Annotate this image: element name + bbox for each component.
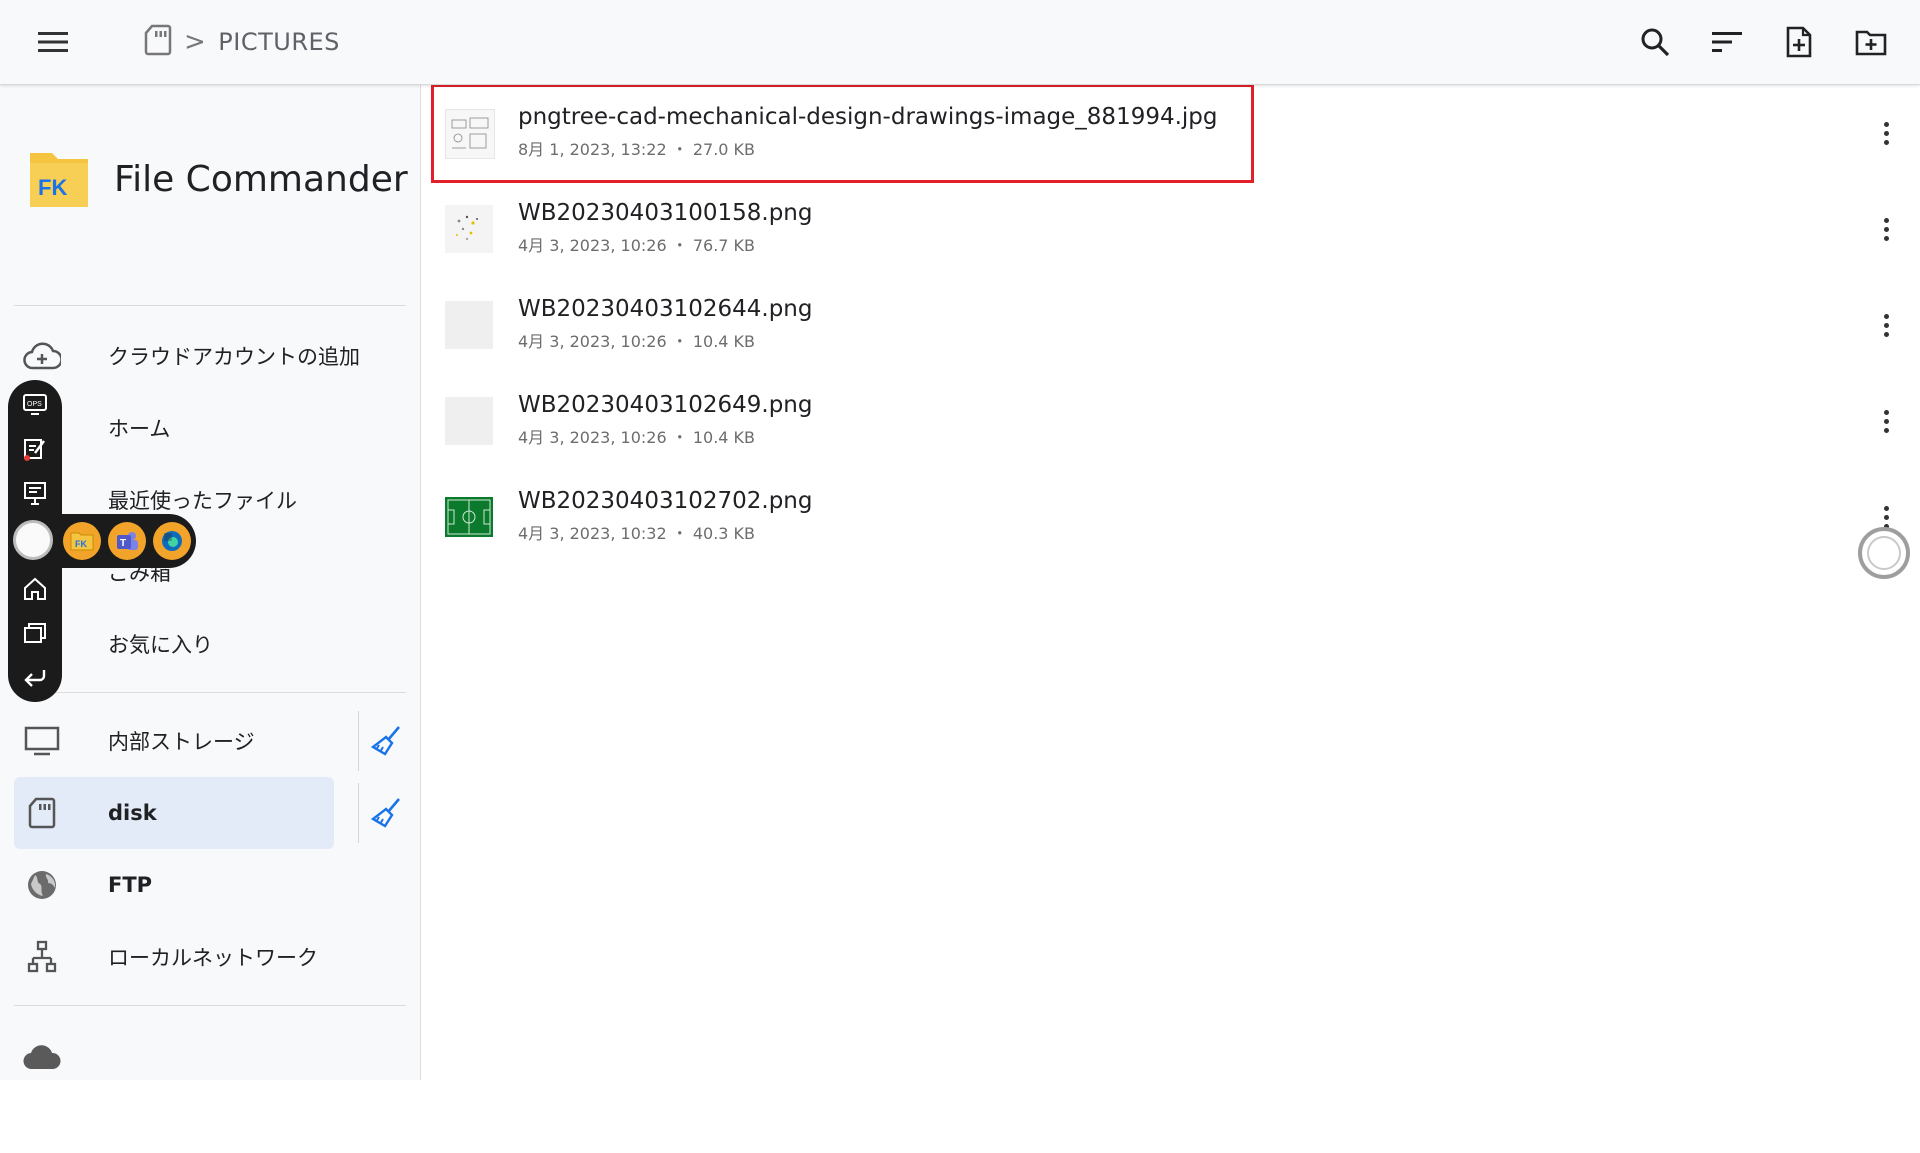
file-row[interactable]: WB20230403100158.png 4月 3, 2023, 10:26 ・… [421, 181, 1920, 277]
more-options-icon[interactable] [1866, 207, 1906, 251]
file-date: 4月 3, 2023, 10:26 [518, 236, 667, 255]
file-thumbnail [445, 205, 493, 253]
sort-icon[interactable] [1702, 17, 1752, 67]
edit-icon[interactable] [20, 434, 50, 464]
file-meta: 4月 3, 2023, 10:26 ・ 76.7 KB [518, 232, 755, 256]
sidebar-item-label: FTP [108, 873, 153, 897]
file-name: WB20230403102644.png [518, 296, 813, 322]
sidebar-item-label: お気に入り [108, 633, 213, 657]
storage-cleaner-button[interactable] [358, 711, 413, 771]
file-meta: 4月 3, 2023, 10:32 ・ 40.3 KB [518, 520, 755, 544]
file-name: WB20230403100158.png [518, 200, 813, 226]
ops-icon[interactable]: OPS [20, 390, 50, 420]
file-thumbnail [445, 397, 493, 445]
meta-separator: ・ [671, 524, 688, 543]
divider [14, 692, 406, 693]
logo-text: FK [38, 175, 67, 200]
breadcrumb: > PICTURES [144, 22, 340, 62]
new-folder-icon[interactable] [1846, 17, 1896, 67]
file-size: 10.4 KB [692, 332, 756, 351]
new-file-icon[interactable] [1774, 17, 1824, 67]
sd-card-icon [22, 793, 62, 833]
cloud-add-icon [22, 336, 62, 376]
sidebar-item-home[interactable]: ホーム [14, 392, 334, 464]
file-date: 4月 3, 2023, 10:32 [518, 524, 667, 543]
sidebar-item-favorites[interactable]: お気に入り [14, 608, 334, 680]
sd-card-icon[interactable] [144, 24, 172, 60]
globe-icon [22, 865, 62, 905]
meta-separator: ・ [671, 332, 688, 351]
storage-cleaner-button[interactable] [358, 783, 413, 843]
broom-icon [370, 726, 400, 756]
cloud-icon[interactable] [22, 1045, 62, 1075]
back-icon[interactable] [20, 662, 50, 692]
sidebar-item-label: ローカルネットワーク [108, 946, 318, 970]
search-icon[interactable] [1630, 17, 1680, 67]
navigation-drawer: FK File Commander クラウドアカウントの追加 ホーム 最近使った… [0, 85, 421, 1153]
file-date: 4月 3, 2023, 10:26 [518, 332, 667, 351]
sidebar-item-internal-storage[interactable]: 内部ストレージ [14, 705, 334, 777]
windows-icon[interactable] [20, 618, 50, 648]
file-row[interactable]: WB20230403102702.png 4月 3, 2023, 10:32 ・… [421, 469, 1920, 565]
sidebar-item-local-network[interactable]: ローカルネットワーク [14, 921, 334, 993]
selection-highlight-box [431, 84, 1254, 183]
file-commander-logo-icon: FK [28, 145, 90, 213]
file-row[interactable]: WB20230403102644.png 4月 3, 2023, 10:26 ・… [421, 277, 1920, 373]
file-name: WB20230403102702.png [518, 488, 813, 514]
file-row[interactable]: WB20230403102649.png 4月 3, 2023, 10:26 ・… [421, 373, 1920, 469]
file-thumbnail [445, 301, 493, 349]
sidebar-item-label: disk [108, 801, 157, 825]
more-options-icon[interactable] [1866, 303, 1906, 347]
monitor-icon [22, 721, 62, 761]
sidebar-item-ftp[interactable]: FTP [14, 849, 334, 921]
file-size: 40.3 KB [692, 524, 756, 543]
file-list: pngtree-cad-mechanical-design-drawings-i… [421, 85, 1920, 1080]
home-icon[interactable] [20, 574, 50, 604]
sidebar-item-add-cloud[interactable]: クラウドアカウントの追加 [14, 320, 360, 392]
more-options-icon[interactable] [1866, 111, 1906, 155]
meta-separator: ・ [671, 236, 688, 255]
meta-separator: ・ [671, 428, 688, 447]
app-title: File Commander [114, 158, 408, 200]
sidebar-item-label: 最近使ったファイル [108, 489, 297, 513]
divider [14, 1005, 406, 1006]
divider [14, 305, 406, 306]
network-icon [22, 937, 62, 977]
file-meta: 4月 3, 2023, 10:26 ・ 10.4 KB [518, 328, 755, 352]
menu-icon[interactable] [28, 17, 78, 67]
file-name: WB20230403102649.png [518, 392, 813, 418]
browser-app-icon[interactable] [153, 522, 191, 560]
account-placeholder [100, 1121, 234, 1153]
file-size: 10.4 KB [692, 428, 756, 447]
file-thumbnail [445, 493, 493, 541]
file-commander-app-icon[interactable]: FK [63, 522, 101, 560]
file-meta: 4月 3, 2023, 10:26 ・ 10.4 KB [518, 424, 755, 448]
svg-text:OPS: OPS [27, 401, 42, 408]
app-header: FK File Commander [28, 145, 408, 213]
sidebar-item-label: クラウドアカウントの追加 [108, 345, 360, 369]
sidebar-item-label: 内部ストレージ [108, 730, 255, 754]
file-size: 76.7 KB [692, 236, 756, 255]
more-options-icon[interactable] [1866, 399, 1906, 443]
svg-text:FK: FK [75, 539, 87, 549]
file-date: 4月 3, 2023, 10:26 [518, 428, 667, 447]
sidebar-item-disk[interactable]: disk [14, 777, 334, 849]
svg-text:T: T [120, 538, 126, 549]
top-app-bar: > PICTURES [0, 0, 1920, 85]
broom-icon [370, 798, 400, 828]
floating-assistive-button[interactable] [1858, 527, 1910, 579]
teams-app-icon[interactable]: T [108, 522, 146, 560]
sidebar-item-label: ホーム [108, 417, 171, 441]
whiteboard-icon[interactable] [20, 478, 50, 508]
floating-menu-button[interactable] [13, 520, 53, 560]
breadcrumb-current[interactable]: PICTURES [218, 28, 340, 56]
breadcrumb-separator: > [184, 27, 207, 57]
